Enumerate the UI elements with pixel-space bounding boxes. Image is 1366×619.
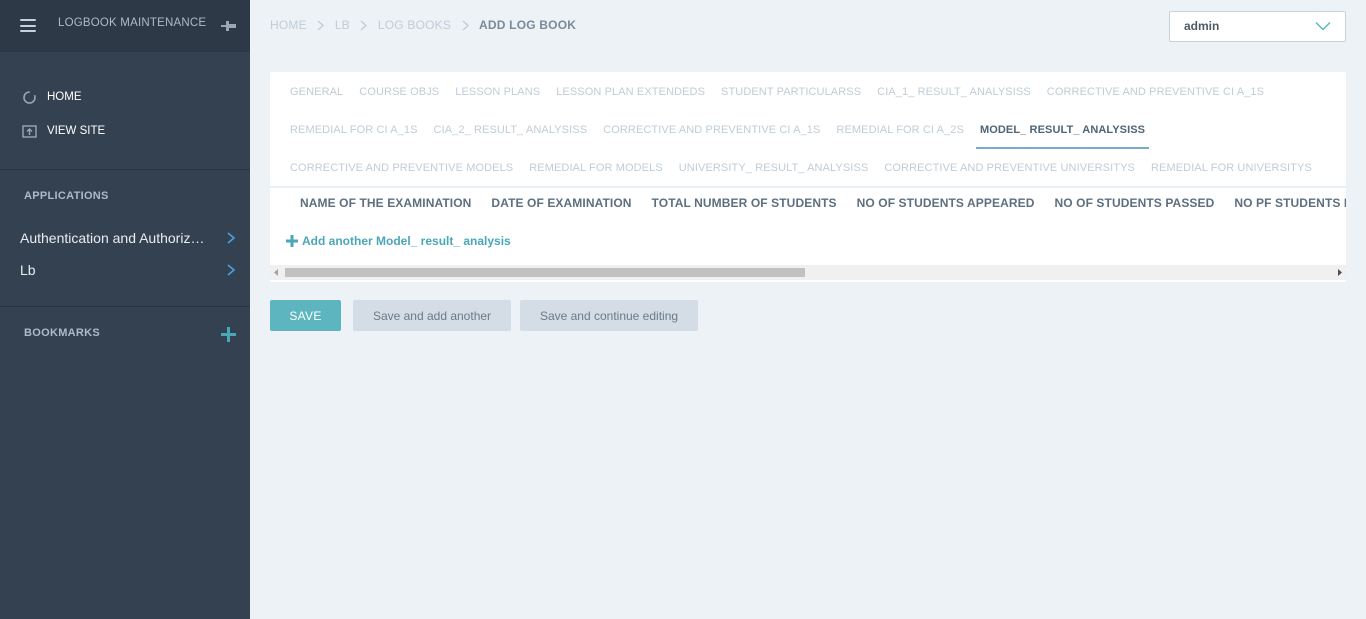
scroll-right-icon[interactable] [1337,269,1342,276]
divider [0,306,250,307]
sidebar-links: HOME VIEW SITE [0,52,250,148]
column-header: DATE OF EXAMINATION [491,196,632,210]
tab-corrective-preventive-cia1[interactable]: CORRECTIVE AND PREVENTIVE CI A_1S [1047,73,1264,111]
column-header: NO PF STUDENTS FA [1234,196,1346,210]
app-label: Lb [20,262,36,278]
tab-cia2-result-analysiss[interactable]: CIA_2_ RESULT_ ANALYSISS [434,111,588,149]
tab-row: CORRECTIVE AND PREVENTIVE MODELS REMEDIA… [290,149,1328,187]
chevron-right-icon [227,232,236,244]
chevron-right-icon [451,20,479,31]
add-another-label: Add another Model_ result_ analysis [302,234,511,248]
sidebar-link-label: HOME [47,91,82,103]
tab-row: REMEDIAL FOR CI A_1S CIA_2_ RESULT_ ANAL… [290,111,1161,149]
tab-remedial-models[interactable]: REMEDIAL FOR MODELS [529,149,663,187]
tab-corrective-preventive-universitys[interactable]: CORRECTIVE AND PREVENTIVE UNIVERSITYS [884,149,1135,187]
menu-icon[interactable] [20,19,36,32]
column-header: NO OF STUDENTS PASSED [1054,196,1215,210]
sidebar-link-label: VIEW SITE [47,125,106,137]
tab-student-particularss[interactable]: STUDENT PARTICULARSS [721,73,861,111]
bookmarks-title: BOOKMARKS [24,327,101,339]
tab-bar: GENERAL COURSE OBJS LESSON PLANS LESSON … [270,72,1346,188]
horizontal-scrollbar[interactable] [270,265,1346,280]
tab-corrective-preventive-models[interactable]: CORRECTIVE AND PREVENTIVE MODELS [290,149,513,187]
save-button[interactable]: SAVE [270,300,341,331]
save-and-add-another-button[interactable]: Save and add another [353,300,511,331]
column-header: TOTAL NUMBER OF STUDENTS [651,196,837,210]
add-another-row-link[interactable]: Add another Model_ result_ analysis [286,234,511,248]
breadcrumb-current: ADD LOG BOOK [479,18,577,32]
sidebar-app-lb[interactable]: Lb [0,254,250,286]
sidebar-header: LOGBOOK MAINTENANCE [0,0,250,52]
chevron-down-icon [1315,22,1331,31]
tab-course-objs[interactable]: COURSE OBJS [359,73,439,111]
tab-general[interactable]: GENERAL [290,73,343,111]
scrollbar-thumb[interactable] [285,268,805,277]
home-icon [21,89,37,105]
user-dropdown[interactable]: admin [1169,11,1346,42]
divider [0,169,250,170]
tab-row: GENERAL COURSE OBJS LESSON PLANS LESSON … [290,73,1280,111]
site-title: LOGBOOK MAINTENANCE [58,17,207,29]
pin-icon[interactable] [221,20,237,32]
plus-icon [286,235,298,247]
inline-formset-card: GENERAL COURSE OBJS LESSON PLANS LESSON … [270,72,1346,282]
external-link-icon [21,123,37,139]
column-header: NAME OF THE EXAMINATION [300,196,472,210]
tab-cia1-result-analysiss[interactable]: CIA_1_ RESULT_ ANALYSISS [877,73,1031,111]
applications-title: APPLICATIONS [24,190,109,202]
chevron-right-icon [307,20,335,31]
tab-university-result-analysiss[interactable]: UNIVERSITY_ RESULT_ ANALYSISS [679,149,869,187]
breadcrumb-home[interactable]: HOME [270,18,307,32]
tab-remedial-universitys[interactable]: REMEDIAL FOR UNIVERSITYS [1151,149,1312,187]
column-header: NO OF STUDENTS APPEARED [856,196,1035,210]
add-bookmark-icon[interactable] [221,327,236,342]
table-header: NAME OF THE EXAMINATION DATE OF EXAMINAT… [270,188,1346,218]
sidebar-link-view-site[interactable]: VIEW SITE [0,114,250,148]
sidebar-link-home[interactable]: HOME [0,80,250,114]
tab-lesson-plan-extendeds[interactable]: LESSON PLAN EXTENDEDS [556,73,705,111]
save-and-continue-button[interactable]: Save and continue editing [520,300,698,331]
tab-remedial-cia1[interactable]: REMEDIAL FOR CI A_1S [290,111,418,149]
chevron-right-icon [350,20,378,31]
breadcrumb: HOME LB LOG BOOKS ADD LOG BOOK [270,18,576,32]
tab-model-result-analysiss[interactable]: MODEL_ RESULT_ ANALYSISS [975,111,1150,149]
tab-lesson-plans[interactable]: LESSON PLANS [455,73,540,111]
tab-remedial-cia2[interactable]: REMEDIAL FOR CI A_2S [836,111,964,149]
chevron-right-icon [227,264,236,276]
breadcrumb-lb[interactable]: LB [335,18,350,32]
tab-corrective-preventive-cia1-b[interactable]: CORRECTIVE AND PREVENTIVE CI A_1S [603,111,820,149]
sidebar: LOGBOOK MAINTENANCE HOME VIEW SITE APPLI… [0,0,250,619]
app-label: Authentication and Authorization [20,230,210,246]
user-name: admin [1184,19,1220,33]
sidebar-app-auth[interactable]: Authentication and Authorization [0,222,250,254]
breadcrumb-log-books[interactable]: LOG BOOKS [378,18,451,32]
scroll-left-icon[interactable] [274,269,279,276]
